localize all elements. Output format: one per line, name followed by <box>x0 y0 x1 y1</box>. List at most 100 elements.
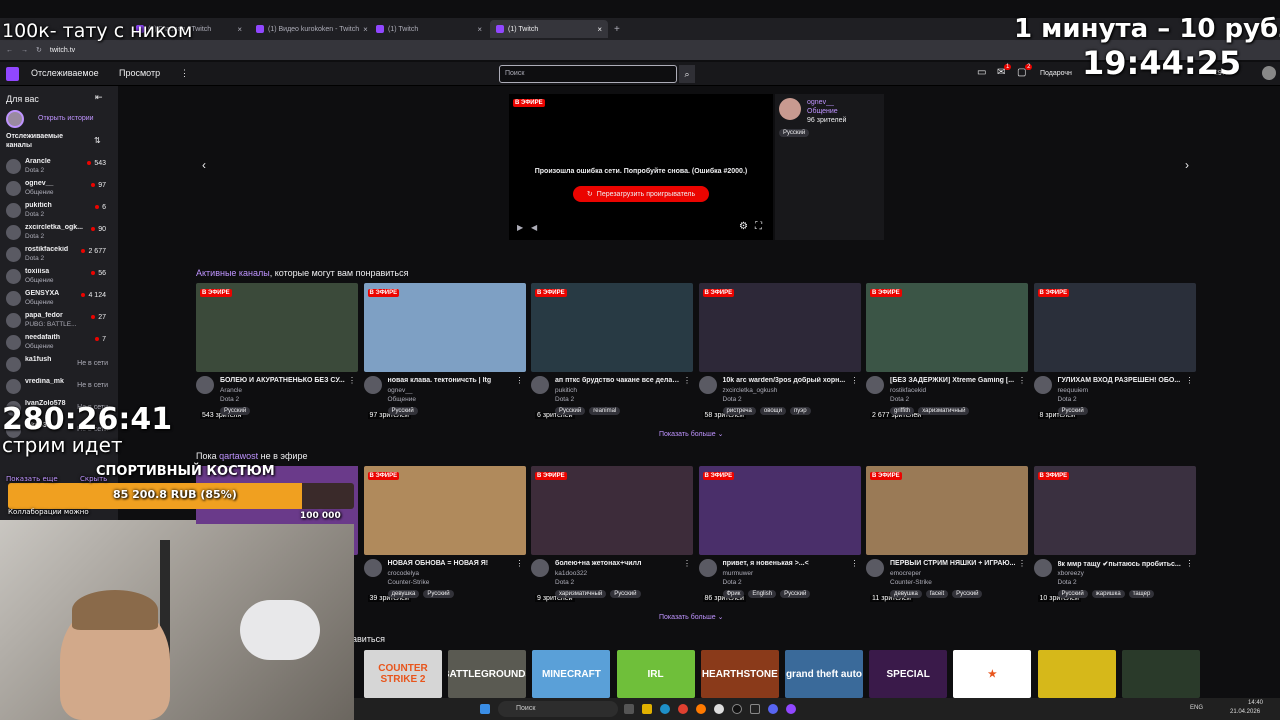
stream-card[interactable]: В ЭФИРЕ 2 677 зрителей [БЕЗ ЗАДЕРЖКИ] Xtre… <box>866 283 1028 423</box>
tag[interactable]: Русский <box>1057 590 1088 598</box>
card-game[interactable]: Counter-Strike <box>890 579 932 586</box>
forward-icon[interactable]: → <box>21 47 28 54</box>
steam-icon[interactable] <box>750 704 760 714</box>
card-game[interactable]: Общение <box>388 396 417 403</box>
card-channel[interactable]: emocreper <box>890 570 921 577</box>
card-game[interactable]: Dota 2 <box>555 396 574 403</box>
volume-icon[interactable]: ◀ <box>531 223 537 232</box>
card-channel[interactable]: reequuiem <box>1058 387 1089 394</box>
category-tile[interactable] <box>1121 650 1200 698</box>
inventory-icon[interactable]: ▭ <box>977 67 986 78</box>
sidebar-channel[interactable]: GENSYXA Общение 4 124 <box>4 288 114 310</box>
category-tile[interactable]: MINECRAFT <box>532 650 611 698</box>
card-game[interactable]: Dota 2 <box>723 396 742 403</box>
sort-icon[interactable]: ⇅ <box>94 136 101 145</box>
settings-icon[interactable]: ⚙ <box>739 221 748 232</box>
stream-title[interactable]: НОВАЯ ОБНОВА = НОВАЯ Я! <box>388 560 514 567</box>
stream-title[interactable]: [БЕЗ ЗАДЕРЖКИ] Xtreme Gaming [... <box>890 377 1016 384</box>
stories-avatar[interactable] <box>6 110 24 128</box>
featured-player[interactable]: В ЭФИРЕ Произошла ошибка сети. Попробуйт… <box>509 94 773 240</box>
search-button[interactable]: ⌕ <box>679 65 695 83</box>
firefox-icon[interactable] <box>696 704 706 714</box>
taskbar-date[interactable]: 21.04.2026 <box>1230 709 1260 715</box>
tag[interactable]: Русский <box>387 407 418 415</box>
stream-title[interactable]: ап пткс брудство чакане все дела т... <box>555 377 681 384</box>
card-avatar[interactable] <box>698 376 717 394</box>
category-tile[interactable]: COUNTER STRIKE 2 <box>364 650 442 698</box>
featured-channel[interactable]: ognev__ <box>807 99 834 106</box>
card-more-icon[interactable]: ⋮ <box>516 376 524 385</box>
sidebar-channel[interactable]: papa_fedor PUBG: BATTLE... 27 <box>4 310 114 332</box>
reload-icon[interactable]: ↻ <box>36 46 42 54</box>
user-avatar[interactable] <box>1262 66 1276 80</box>
browser-tab[interactable]: (1) Twitch × <box>370 20 488 38</box>
card-game[interactable]: Dota 2 <box>1058 579 1077 586</box>
stream-card[interactable]: В ЭФИРЕ 39 зрителей НОВАЯ ОБНОВА = НОВАЯ Я… <box>363 466 526 606</box>
tag[interactable]: жаришка <box>1091 590 1125 598</box>
tag[interactable]: ристреча <box>722 407 756 415</box>
tag[interactable]: faceit <box>925 590 949 598</box>
nav-following[interactable]: Отслеживаемое <box>31 68 99 78</box>
card-channel[interactable]: ognev__ <box>388 387 413 394</box>
url-field[interactable]: twitch.tv <box>50 47 75 54</box>
sidebar-channel[interactable]: toxiiisa Общение 56 <box>4 266 114 288</box>
prime-gift-label[interactable]: Подарочн <box>1040 70 1072 77</box>
card-channel[interactable]: rostikfacekid <box>890 387 926 394</box>
card-more-icon[interactable]: ⋮ <box>1186 559 1194 568</box>
card-more-icon[interactable]: ⋮ <box>1186 376 1194 385</box>
tag[interactable]: харизматичный <box>918 407 970 415</box>
tag[interactable]: Фрик <box>722 590 745 598</box>
stream-title[interactable]: ПЕРВЫЙ СТРИМ НЯШКИ + ИГРАЮ... <box>890 560 1016 567</box>
featured-tag[interactable]: Русский <box>779 129 810 137</box>
card-game[interactable]: Dota 2 <box>723 579 742 586</box>
section2-channel-link[interactable]: qartawost <box>219 451 258 461</box>
tag[interactable]: Русский <box>1057 407 1088 415</box>
card-more-icon[interactable]: ⋮ <box>851 559 859 568</box>
stream-title[interactable]: новая клава. тектоничсть | ltg <box>388 377 514 384</box>
card-channel[interactable]: zxcircletka_ogkush <box>723 387 778 394</box>
sidebar-channel[interactable]: zxcircletka_ogk... Dota 2 90 <box>4 222 114 244</box>
twitch-app-icon[interactable] <box>786 704 796 714</box>
reload-player-button[interactable]: ↻ Перезагрузить проигрыватель <box>573 186 709 202</box>
file-explorer-icon[interactable] <box>642 704 652 714</box>
sidebar-channel[interactable]: Arancle Dota 2 543 <box>4 156 114 178</box>
category-tile[interactable]: grand theft auto <box>785 650 863 698</box>
stream-title[interactable]: привет, я новенькая >...< <box>723 560 849 567</box>
browser-tab-active[interactable]: (1) Twitch × <box>490 20 608 38</box>
category-tile[interactable]: SPECIAL <box>869 650 948 698</box>
tag[interactable]: English <box>748 590 777 598</box>
card-more-icon[interactable]: ⋮ <box>683 376 691 385</box>
card-avatar[interactable] <box>363 376 382 394</box>
section-title-link[interactable]: Активные каналы <box>196 268 270 278</box>
windows-start-icon[interactable] <box>480 704 490 714</box>
card-channel[interactable]: Arancle <box>220 387 242 394</box>
tag[interactable]: харизматичный <box>555 590 607 598</box>
card-channel[interactable]: xboreezy <box>1058 570 1084 577</box>
featured-category[interactable]: Общение <box>807 108 838 115</box>
more-icon[interactable]: ⋮ <box>180 68 189 79</box>
play-icon[interactable]: ▶ <box>517 223 523 232</box>
task-view-icon[interactable] <box>624 704 634 714</box>
fullscreen-icon[interactable]: ⛶ <box>755 221 762 232</box>
card-game[interactable]: Dota 2 <box>555 579 574 586</box>
card-game[interactable]: Dota 2 <box>1058 396 1077 403</box>
card-more-icon[interactable]: ⋮ <box>348 376 356 385</box>
carousel-prev-icon[interactable]: ‹ <box>202 158 206 172</box>
whispers-icon[interactable]: ▢ 2 <box>1017 64 1033 78</box>
sidebar-channel[interactable]: needafaith Общение 7 <box>4 332 114 354</box>
category-tile[interactable]: IRL <box>616 650 695 698</box>
stream-card[interactable]: В ЭФИРЕ 86 зрителей привет, я новенькая >.… <box>698 466 861 606</box>
sidebar-show-more[interactable]: Показать еще <box>6 475 58 483</box>
browser-tab[interactable]: (1) Видео kurokoken - Twitch × <box>250 20 368 38</box>
tag[interactable]: reanimal <box>589 407 621 415</box>
sidebar-hide[interactable]: Скрыть <box>80 475 107 483</box>
card-avatar[interactable] <box>1033 559 1052 577</box>
card-avatar[interactable] <box>531 376 549 394</box>
card-avatar[interactable] <box>1033 376 1052 394</box>
card-game[interactable]: Dota 2 <box>220 396 239 403</box>
category-tile[interactable] <box>1037 650 1116 698</box>
card-more-icon[interactable]: ⋮ <box>1018 559 1026 568</box>
category-tile[interactable]: BATTLEGROUNDS <box>448 650 527 698</box>
card-avatar[interactable] <box>866 376 884 394</box>
card-channel[interactable]: crocodelya <box>388 570 419 577</box>
